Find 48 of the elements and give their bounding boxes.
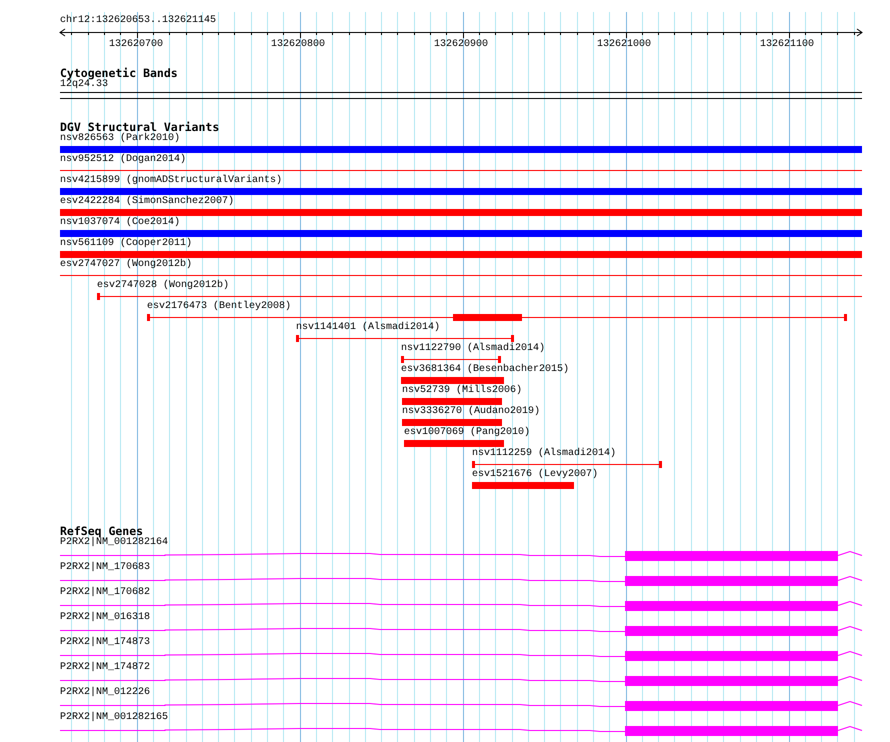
gene-label: P2RX2|NM_012226 xyxy=(60,687,150,699)
feature-label: esv2422284 (SimonSanchez2007) xyxy=(60,196,234,208)
location-label: chr12:132620653..132621145 xyxy=(60,15,216,26)
feature-label: esv2176473 (Bentley2008) xyxy=(147,301,292,313)
gene-label: P2RX2|NM_170682 xyxy=(60,587,150,599)
feature-label: nsv1112259 (Alsmadi2014) xyxy=(472,448,616,460)
feature-label: nsv826563 (Park2010) xyxy=(60,133,180,145)
variant-span[interactable] xyxy=(97,293,862,300)
feature-label: esv2747028 (Wong2012b) xyxy=(97,280,230,292)
feature-label: nsv952512 (Dogan2014) xyxy=(60,154,186,166)
gene-model[interactable] xyxy=(60,650,862,661)
gene-label: P2RX2|NM_174872 xyxy=(60,662,150,674)
feature-label: nsv1141401 (Alsmadi2014) xyxy=(296,322,440,334)
gene-label: P2RX2|NM_170683 xyxy=(60,562,150,574)
gene-label: P2RX2|NM_001282164 xyxy=(60,537,168,549)
feature-label: nsv4215899 (gnomADStructuralVariants) xyxy=(60,175,282,187)
tick-label: 132620800 xyxy=(271,39,326,51)
tick-label: 132621000 xyxy=(597,39,652,51)
gene-model[interactable] xyxy=(60,676,862,686)
variant-span[interactable] xyxy=(401,356,501,363)
gene-model[interactable] xyxy=(60,550,862,561)
band-label: 12q24.33 xyxy=(60,79,108,90)
gene-model[interactable] xyxy=(60,600,862,611)
variant-span[interactable] xyxy=(296,335,514,342)
gene-label: P2RX2|NM_016318 xyxy=(60,612,150,624)
feature-label: nsv1122790 (Alsmadi2014) xyxy=(401,343,546,355)
gene-model[interactable] xyxy=(60,576,862,586)
feature-label: esv2747027 (Wong2012b) xyxy=(60,259,192,271)
variant-span[interactable] xyxy=(147,314,847,321)
track-title: RefSeq Genes xyxy=(60,524,144,538)
gene-label: P2RX2|NM_001282165 xyxy=(60,712,168,724)
track-title: DGV Structural Variants xyxy=(60,120,220,134)
variant-span[interactable] xyxy=(472,461,662,468)
feature-label: nsv561109 (Cooper2011) xyxy=(60,238,192,250)
feature-label: nsv1037074 (Coe2014) xyxy=(60,217,180,229)
gene-label: P2RX2|NM_174873 xyxy=(60,637,150,649)
feature-label: esv1521676 (Levy2007) xyxy=(472,469,598,481)
tick-label: 132621100 xyxy=(760,39,814,51)
gene-model[interactable] xyxy=(60,626,862,636)
feature-label: esv1007069 (Pang2010) xyxy=(404,427,530,439)
feature-label: esv3681364 (Besenbacher2015) xyxy=(401,364,570,376)
gene-model[interactable] xyxy=(60,700,862,711)
feature-label: nsv52739 (Mills2006) xyxy=(402,385,522,397)
feature-label: nsv3336270 (Audano2019) xyxy=(402,406,540,418)
gene-model[interactable] xyxy=(60,726,862,736)
tick-label: 132620700 xyxy=(109,39,164,51)
track-title: Cytogenetic Bands xyxy=(60,66,178,80)
tick-label: 132620900 xyxy=(434,39,488,51)
